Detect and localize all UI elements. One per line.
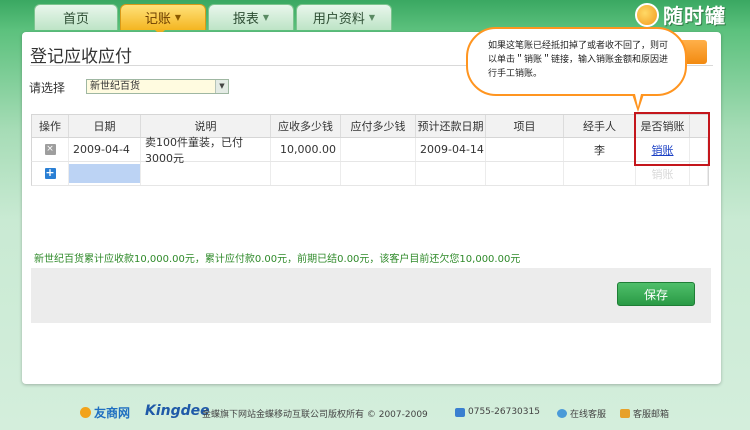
date-input-field[interactable]: [69, 164, 140, 183]
row-date[interactable]: 2009-04-4: [69, 138, 141, 161]
new-payable-cell[interactable]: [341, 162, 416, 185]
chat-icon: [557, 409, 567, 418]
header-cell: 应付多少钱: [341, 115, 416, 137]
row-description[interactable]: 卖100件童装，已付3000元: [141, 136, 271, 165]
tab-home[interactable]: 首页: [34, 4, 118, 30]
action-bar: 保存: [31, 268, 711, 323]
phone-number: 0755-26730315: [468, 407, 540, 417]
mail-service-link[interactable]: 客服邮箱: [620, 407, 669, 420]
row-receivable[interactable]: 10,000.00: [271, 138, 341, 161]
phone-icon: [455, 407, 465, 417]
header-cell: 经手人: [564, 115, 636, 137]
tab-bookkeeping[interactable]: 记账 ▼: [120, 4, 206, 30]
tab-home-label: 首页: [62, 12, 89, 27]
row-due-date[interactable]: 2009-04-14: [416, 138, 486, 161]
chevron-down-icon: ▼: [174, 13, 182, 22]
footer: 友商网 Kingdee 金蝶旗下网站金蝶移动互联公司版权所有 © 2007-20…: [0, 400, 750, 430]
add-icon[interactable]: +: [44, 167, 56, 179]
tab-bookkeeping-label: 记账: [144, 12, 171, 27]
youshang-icon: [80, 407, 91, 418]
delete-icon[interactable]: ×: [44, 144, 56, 155]
youshang-text: 友商网: [94, 406, 131, 420]
phone-info: 0755-26730315: [455, 407, 540, 417]
online-service-link[interactable]: 在线客服: [557, 407, 606, 420]
top-nav: 首页 记账 ▼ 报表 ▼ 用户资料 ▼: [34, 4, 392, 30]
mail-service-label: 客服邮箱: [633, 410, 670, 420]
new-date-input[interactable]: [69, 162, 141, 185]
header-cell: 预计还款日期: [416, 115, 486, 137]
row-project[interactable]: [486, 138, 564, 161]
chevron-down-icon[interactable]: ▼: [215, 80, 228, 93]
tooltip-tail-inner: [635, 94, 641, 107]
new-entry-row: + 销账: [31, 162, 709, 186]
row-handler[interactable]: 李: [564, 138, 636, 161]
new-due-date-cell[interactable]: [416, 162, 486, 185]
youshang-logo[interactable]: 友商网: [80, 404, 130, 421]
table-row: × 2009-04-4 卖100件童装，已付3000元 10,000.00 20…: [31, 136, 709, 165]
new-project-cell[interactable]: [486, 162, 564, 185]
online-service-label: 在线客服: [570, 410, 607, 420]
new-receivable-cell[interactable]: [271, 162, 341, 185]
customer-select-value: 新世纪百货: [90, 81, 140, 92]
save-button[interactable]: 保存: [617, 282, 695, 306]
header-cell: 项目: [486, 115, 564, 137]
kingdee-logo[interactable]: Kingdee: [145, 403, 210, 419]
new-description-cell[interactable]: [141, 162, 271, 185]
header-cell: 日期: [69, 115, 141, 137]
writeoff-tooltip: 如果这笔账已经抵扣掉了或者收不回了，则可以单击＂销账＂链接，输入销账金额和原因进…: [466, 27, 687, 96]
copyright-text: 金蝶旗下网站金蝶移动互联公司版权所有 © 2007-2009: [202, 410, 428, 420]
writeoff-link-disabled: 销账: [651, 167, 674, 181]
tab-reports-label: 报表: [232, 12, 259, 27]
page-title: 登记应收应付: [30, 47, 132, 67]
table-header: 操作 日期 说明 应收多少钱 应付多少钱 预计还款日期 项目 经手人 是否销账: [31, 114, 709, 138]
chevron-down-icon: ▼: [262, 13, 270, 22]
row-payable[interactable]: [341, 138, 416, 161]
header-cell: 应收多少钱: [271, 115, 341, 137]
new-handler-cell[interactable]: [564, 162, 636, 185]
select-label: 请选择: [29, 81, 66, 95]
customer-select[interactable]: 新世纪百货 ▼: [86, 79, 229, 94]
mascot-icon: [635, 2, 659, 27]
row-actions: ×: [32, 138, 69, 161]
tab-user-data[interactable]: 用户资料 ▼: [296, 4, 392, 30]
header-cell: 操作: [32, 115, 69, 137]
row-actions: +: [32, 162, 69, 185]
records-table: 操作 日期 说明 应收多少钱 应付多少钱 预计还款日期 项目 经手人 是否销账 …: [31, 114, 709, 186]
tab-user-data-label: 用户资料: [312, 12, 365, 27]
tab-reports[interactable]: 报表 ▼: [208, 4, 294, 30]
chevron-down-icon: ▼: [368, 13, 376, 22]
logo-text: 随时罐: [663, 4, 726, 28]
balance-summary: 新世纪百货累计应收款10,000.00元，累计应付款0.00元，前期已结0.00…: [34, 254, 521, 265]
mail-icon: [620, 409, 630, 418]
brand-logo: 随时罐: [635, 0, 726, 29]
writeoff-highlight-frame: [634, 112, 710, 166]
